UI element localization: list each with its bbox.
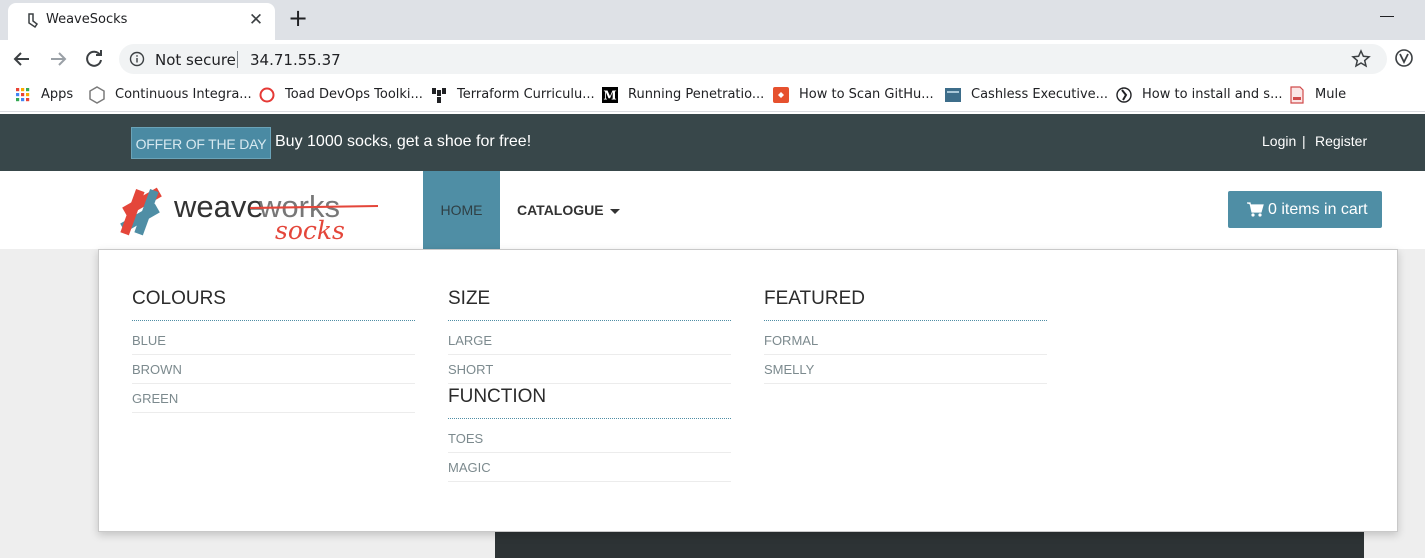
logo-brand-sub: socks xyxy=(275,216,345,243)
login-link[interactable]: Login xyxy=(1262,133,1296,149)
caret-down-icon xyxy=(609,208,620,214)
address-bar[interactable]: Not secure 34.71.55.37 xyxy=(119,44,1387,74)
tab-close-button[interactable]: ✕ xyxy=(246,10,266,30)
nav-catalogue[interactable]: CATALOGUE xyxy=(517,171,620,249)
bookmark-label: Terraform Curriculu... xyxy=(457,87,595,102)
menu-item-blue[interactable]: BLUE xyxy=(132,326,415,355)
tab-title: WeaveSocks xyxy=(46,12,128,27)
cart-button[interactable]: 0 items in cart xyxy=(1228,191,1382,228)
doc-page-icon xyxy=(1290,86,1304,104)
menu-item-green[interactable]: GREEN xyxy=(132,384,415,413)
reload-icon[interactable] xyxy=(82,47,106,71)
logo-brand-primary: weave xyxy=(173,189,264,224)
offer-text: Buy 1000 socks, get a shoe for free! xyxy=(275,133,532,150)
silhouette-icon xyxy=(1116,87,1132,103)
shopping-cart-icon xyxy=(1247,202,1264,217)
weaveworks-mark-icon xyxy=(120,187,162,236)
svg-text:M: M xyxy=(603,89,616,103)
bookmark-star-icon[interactable] xyxy=(1351,49,1371,69)
minimize-button[interactable] xyxy=(1380,16,1394,17)
doc-tile-icon xyxy=(945,88,961,102)
info-icon[interactable] xyxy=(129,51,145,67)
hero-image xyxy=(495,528,1364,558)
cart-label: 0 items in cart xyxy=(1268,201,1368,218)
security-label[interactable]: Not secure xyxy=(155,51,236,69)
terraform-icon xyxy=(432,88,446,103)
bookmark-label: Apps xyxy=(41,87,74,102)
main-navbar: weave works socks HOME CATALOGUE 0 items… xyxy=(0,171,1425,249)
nav-catalogue-label: CATALOGUE xyxy=(517,202,604,218)
browser-tab[interactable]: WeaveSocks ✕ xyxy=(8,3,275,40)
back-arrow-icon[interactable] xyxy=(10,47,34,71)
bookmark-label: How to Scan GitHu... xyxy=(799,87,934,102)
bookmark-label: Running Penetratio... xyxy=(628,87,765,102)
toad-ring-icon xyxy=(259,87,275,103)
menu-item-brown[interactable]: BROWN xyxy=(132,355,415,384)
menu-item-formal[interactable]: FORMAL xyxy=(764,326,1047,355)
bookmark-label: Toad DevOps Toolki... xyxy=(285,87,423,102)
sock-favicon-icon xyxy=(28,13,39,29)
menu-heading-colours: COLOURS xyxy=(132,288,415,321)
menu-item-toes[interactable]: TOES xyxy=(448,424,731,453)
bookmark-label: Mule xyxy=(1315,87,1347,102)
red-tile-icon xyxy=(773,87,789,103)
top-bar: OFFER OF THE DAY Buy 1000 socks, get a s… xyxy=(0,114,1425,171)
catalogue-dropdown: COLOURS BLUE BROWN GREEN SIZE LARGE SHORT FUNCT… xyxy=(98,249,1398,532)
bookmark-label: Continuous Integra... xyxy=(115,87,252,102)
menu-heading-function: FUNCTION xyxy=(448,386,731,419)
menu-item-magic[interactable]: MAGIC xyxy=(448,453,731,482)
login-separator: | xyxy=(1302,133,1306,149)
menu-item-smelly[interactable]: SMELLY xyxy=(764,355,1047,384)
forward-arrow-icon[interactable] xyxy=(46,47,70,71)
new-tab-button[interactable]: + xyxy=(286,6,310,30)
menu-heading-size: SIZE xyxy=(448,288,731,321)
offer-badge[interactable]: OFFER OF THE DAY xyxy=(131,127,271,159)
nav-home[interactable]: HOME xyxy=(423,171,500,249)
bookmark-label: Cashless Executive... xyxy=(971,87,1109,102)
bookmarks-bar: Apps Continuous Integra... Toad DevOps Too… xyxy=(0,78,1425,112)
hexagon-icon xyxy=(89,86,105,104)
tab-strip: WeaveSocks ✕ + xyxy=(0,0,1425,40)
apps-grid-icon xyxy=(16,88,30,102)
bookmark-label: How to install and s... xyxy=(1142,87,1283,102)
medium-icon: M xyxy=(602,87,618,103)
address-separator xyxy=(237,51,238,68)
weaveworks-socks-logo[interactable]: weave works socks xyxy=(112,179,382,243)
menu-item-short[interactable]: SHORT xyxy=(448,355,731,384)
url-text[interactable]: 34.71.55.37 xyxy=(250,51,341,69)
menu-item-large[interactable]: LARGE xyxy=(448,326,731,355)
browser-toolbar: Not secure 34.71.55.37 xyxy=(0,40,1425,78)
menu-heading-featured: FEATURED xyxy=(764,288,1047,321)
extension-icon[interactable] xyxy=(1394,48,1414,68)
register-link[interactable]: Register xyxy=(1315,133,1367,149)
